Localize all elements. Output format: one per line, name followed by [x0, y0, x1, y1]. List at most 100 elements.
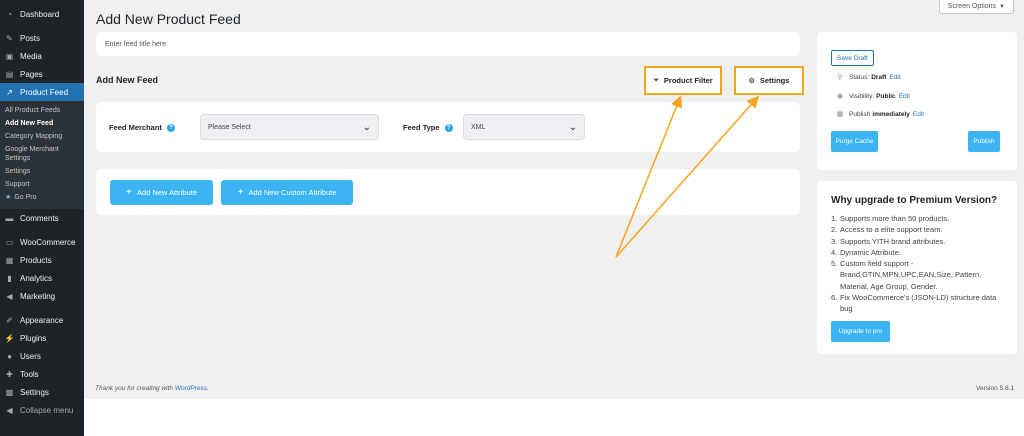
sidebar-item-label: WooCommerce [20, 237, 76, 247]
list-item-text: Supports YITH brand attributes. [840, 236, 946, 246]
feed-merchant-select[interactable]: Please Select ⌄ [200, 114, 379, 140]
visibility-value: Public [876, 92, 896, 100]
premium-box: Why upgrade to Premium Version? 1. Suppor… [817, 181, 1017, 354]
sidebar-item-woocommerce[interactable]: ▭ WooCommerce [0, 233, 84, 251]
add-attribute-button[interactable]: + Add New Attribute [110, 180, 213, 205]
feed-type-value: XML [471, 123, 486, 131]
comment-icon: ▬ [5, 213, 14, 223]
eye-icon: ◉ [836, 93, 844, 100]
screen-options-label: Screen Options [947, 3, 997, 10]
sidebar-item-settings[interactable]: ▩ Settings [0, 383, 84, 401]
sidebar-item-label: Products [20, 255, 52, 265]
go-pro-label: Go Pro [14, 194, 37, 201]
settings-button[interactable]: ⚙ Settings [734, 66, 804, 95]
product-filter-label: Product Filter [663, 76, 713, 85]
plus-icon: + [126, 187, 132, 198]
premium-title: Why upgrade to Premium Version? [831, 195, 998, 206]
feed-title-input[interactable]: Enter feed title here [96, 32, 800, 56]
status-edit-link[interactable]: Edit [889, 74, 900, 81]
purge-cache-button[interactable]: Purge Cache [831, 131, 878, 152]
sidebar-item-dashboard[interactable]: ◔ Dashboard [0, 5, 84, 23]
wrench-icon: ✚ [6, 369, 13, 379]
submenu-add-new-feed[interactable]: Add New Feed [0, 117, 84, 130]
submenu-go-pro[interactable]: ★ Go Pro [0, 191, 84, 204]
calendar-icon: ▦ [836, 111, 844, 118]
brush-icon: ✐ [6, 315, 13, 325]
chevron-down-icon: ⌄ [362, 121, 371, 133]
sidebar-item-label: Settings [20, 387, 49, 397]
help-icon[interactable]: ? [166, 123, 175, 132]
sidebar-item-label: Pages [20, 69, 43, 79]
footer-thanks-text: Thank you for creating with [95, 385, 174, 392]
sidebar-item-label: Dashboard [20, 9, 60, 19]
sidebar-item-label: Analytics [20, 273, 53, 283]
sidebar-item-product-feed[interactable]: ↗ Product Feed [0, 83, 84, 101]
caret-down-icon: ▼ [999, 3, 1005, 10]
sidebar-item-marketing[interactable]: ◀ Marketing [0, 287, 84, 305]
feed-type-select[interactable]: XML ⌄ [463, 114, 585, 140]
sidebar-item-label: Product Feed [20, 87, 69, 97]
add-custom-attribute-button[interactable]: + Add New Custom Attribute [221, 180, 353, 205]
sidebar-item-label: Marketing [20, 291, 56, 301]
archive-icon: ▦ [5, 255, 14, 265]
list-item: 1. Supports more than 50 products. [831, 214, 950, 223]
screen-options-button[interactable]: Screen Options ▼ [938, 0, 1014, 14]
plus-icon: + [237, 187, 244, 198]
sidebar-item-label: Appearance [20, 315, 64, 325]
media-icon: ▣ [5, 51, 14, 61]
submenu-settings[interactable]: Settings [0, 165, 84, 178]
visibility-label: Visibility: [849, 92, 875, 100]
sidebar-item-tools[interactable]: ✚ Tools [0, 365, 84, 383]
footer-period: . [207, 385, 209, 392]
list-item-text: Custom field support - Brand,GTIN,MPN,UP… [840, 259, 982, 291]
feed-merchant-value: Please Select [208, 123, 251, 131]
chart-line-icon: ↗ [6, 87, 13, 97]
gear-icon: ⚙ [748, 77, 755, 85]
submenu-all-product-feeds[interactable]: All Product Feeds [0, 104, 84, 117]
sidebar-item-label: Comments [20, 213, 59, 223]
status-value: Draft [871, 73, 887, 81]
product-filter-button[interactable]: ⏷ Product Filter [644, 66, 722, 95]
status-label: Status: [849, 73, 870, 81]
save-draft-button[interactable]: Save Draft [831, 50, 874, 66]
publish-box: Save Draft ⚲ Status: Draft Edit ◉ Visibi… [817, 32, 1017, 170]
sidebar-item-appearance[interactable]: ✐ Appearance [0, 311, 84, 329]
submenu-support[interactable]: Support [0, 178, 84, 191]
visibility-row: ◉ Visibility: Public Edit [836, 92, 910, 101]
woocommerce-icon: ▭ [5, 237, 14, 247]
collapse-label: Collapse menu [20, 405, 74, 415]
list-item: 5. Custom field support - Brand,GTIN,MPN,… [831, 258, 1009, 292]
list-item-text: Dynamic Attribute. [840, 247, 901, 257]
product-feed-submenu: All Product Feeds Add New Feed Category … [0, 101, 84, 209]
sidebar-item-users[interactable]: ● Users [0, 347, 84, 365]
sidebar-item-label: Users [20, 351, 41, 361]
list-item: 6. Fix WooCommerce's (JSON-LD) structure … [831, 292, 1009, 315]
wordpress-link[interactable]: WordPress [175, 385, 207, 392]
main-content: Screen Options ▼ Add New Product Feed En… [84, 0, 1024, 436]
publish-edit-link[interactable]: Edit [913, 111, 924, 118]
visibility-edit-link[interactable]: Edit [899, 93, 910, 100]
collapse-menu-button[interactable]: ◀ Collapse menu [0, 401, 84, 419]
sidebar-item-comments[interactable]: ▬ Comments [0, 209, 84, 227]
sidebar-item-plugins[interactable]: ⚡ Plugins [0, 329, 84, 347]
users-icon: ● [7, 351, 12, 361]
upgrade-to-pro-button[interactable]: Upgrade to pro [831, 321, 890, 342]
list-item: 4. Dynamic Attribute. [831, 247, 901, 257]
feed-merchant-label: Feed Merchant ? [109, 123, 175, 132]
merchant-card: Feed Merchant ? Please Select ⌄ Feed Typ… [96, 102, 800, 152]
settings-label: Settings [759, 76, 790, 85]
sidebar-item-posts[interactable]: ✎ Posts [0, 29, 84, 47]
settings-icon: ▩ [5, 387, 14, 397]
help-icon[interactable]: ? [444, 123, 453, 132]
submenu-google-merchant-settings[interactable]: Google Merchant Settings [0, 143, 84, 165]
bar-chart-icon: ▮ [7, 273, 12, 283]
submenu-category-mapping[interactable]: Category Mapping [0, 130, 84, 143]
sidebar-item-products[interactable]: ▦ Products [0, 251, 84, 269]
sidebar-item-pages[interactable]: ▤ Pages [0, 65, 84, 83]
pin-icon: ✎ [6, 33, 13, 43]
attributes-card: + Add New Attribute + Add New Custom Att… [96, 169, 800, 215]
list-item-text: Access to a elite support team. [840, 225, 943, 235]
sidebar-item-media[interactable]: ▣ Media [0, 47, 84, 65]
sidebar-item-analytics[interactable]: ▮ Analytics [0, 269, 84, 287]
publish-button[interactable]: Publish [968, 131, 1000, 152]
